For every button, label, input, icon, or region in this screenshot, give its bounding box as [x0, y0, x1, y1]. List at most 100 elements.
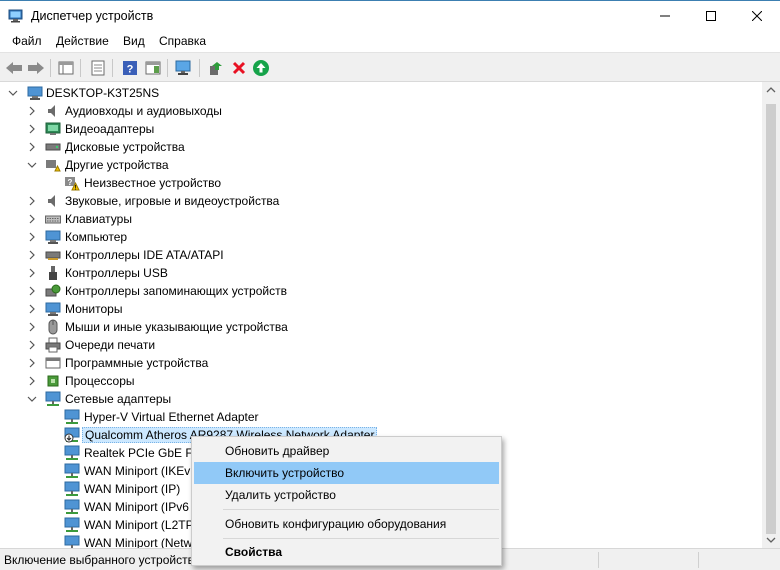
scan-hardware-button[interactable]: [174, 58, 194, 78]
expand-chevron-icon[interactable]: [27, 358, 37, 368]
expand-chevron-icon[interactable]: [27, 322, 37, 332]
tree-item[interactable]: Контроллеры USB: [0, 264, 762, 282]
help-button[interactable]: ?: [120, 58, 140, 78]
menu-item-update-driver[interactable]: Обновить драйвер: [194, 440, 499, 462]
collapse-chevron-icon[interactable]: [8, 88, 18, 98]
menu-item-label: Включить устройство: [225, 466, 344, 480]
tree-item[interactable]: Дисковые устройства: [0, 138, 762, 156]
processor-icon: [47, 375, 59, 387]
show-hide-console-tree-button[interactable]: [56, 58, 76, 78]
disk-drive-icon: [45, 143, 61, 151]
expand-chevron-icon[interactable]: [27, 268, 37, 278]
maximize-icon: [706, 11, 716, 21]
collapse-chevron-icon[interactable]: [27, 394, 37, 404]
tree-item[interactable]: Компьютер: [0, 228, 762, 246]
tree-item-label: WAN Miniport (IP): [84, 482, 181, 496]
tree-item[interactable]: Звуковые, игровые и видеоустройства: [0, 192, 762, 210]
unknown-device-warning-icon: ?!: [65, 177, 80, 192]
tree-item[interactable]: Мониторы: [0, 300, 762, 318]
expand-chevron-icon[interactable]: [27, 232, 37, 242]
tree-item-label: Процессоры: [65, 374, 135, 388]
menu-help[interactable]: Справка: [159, 34, 206, 48]
properties-icon: [91, 60, 105, 76]
expand-chevron-icon[interactable]: [27, 250, 37, 260]
properties-button[interactable]: [88, 58, 108, 78]
menu-item-scan-hardware[interactable]: Обновить конфигурацию оборудования: [194, 513, 499, 535]
expand-chevron-icon[interactable]: [27, 106, 37, 116]
toolbar: ?: [0, 52, 780, 82]
scroll-up-icon[interactable]: [766, 86, 776, 94]
update-driver-button[interactable]: [206, 58, 226, 78]
svg-text:?: ?: [68, 178, 73, 187]
tree-item[interactable]: ?! Неизвестное устройство: [0, 174, 762, 192]
device-manager-icon: [8, 9, 23, 23]
vertical-scrollbar[interactable]: [762, 82, 780, 548]
forward-arrow-icon: [28, 62, 44, 74]
menu-item-enable-device[interactable]: Включить устройство: [194, 462, 499, 484]
expand-chevron-icon[interactable]: [27, 124, 37, 134]
expand-chevron-icon[interactable]: [27, 142, 37, 152]
expand-chevron-icon[interactable]: [27, 376, 37, 386]
tree-item[interactable]: Другие устройства: [0, 156, 762, 174]
menu-view[interactable]: Вид: [123, 34, 145, 48]
action-pane-button[interactable]: [143, 58, 163, 78]
tree-item[interactable]: Контроллеры IDE ATA/ATAPI: [0, 246, 762, 264]
monitor-icon: [45, 302, 61, 316]
tree-item-label: Компьютер: [65, 230, 128, 244]
window-title: Диспетчер устройств: [31, 9, 154, 23]
tree-item[interactable]: Видеоадаптеры: [0, 120, 762, 138]
network-adapter-icon: [64, 463, 80, 478]
scroll-down-icon[interactable]: [766, 536, 776, 544]
close-button[interactable]: [734, 1, 780, 31]
maximize-button[interactable]: [688, 1, 734, 31]
minimize-button[interactable]: [642, 1, 688, 31]
tree-item[interactable]: Программные устройства: [0, 354, 762, 372]
other-devices-icon: [46, 160, 61, 172]
tree-item-label: Сетевые адаптеры: [65, 392, 172, 406]
menu-separator: [223, 509, 499, 510]
expand-chevron-icon[interactable]: [27, 196, 37, 206]
tree-item[interactable]: Очереди печати: [0, 336, 762, 354]
usb-icon: [49, 266, 57, 280]
menu-item-uninstall-device[interactable]: Удалить устройство: [194, 484, 499, 506]
collapse-chevron-icon[interactable]: [27, 160, 37, 170]
tree-item[interactable]: Аудиовходы и аудиовыходы: [0, 102, 762, 120]
menu-file[interactable]: Файл: [12, 34, 42, 48]
expand-chevron-icon[interactable]: [27, 286, 37, 296]
svg-text:!: !: [75, 186, 77, 192]
tree-item[interactable]: Контроллеры запоминающих устройств: [0, 282, 762, 300]
remove-x-icon: [232, 61, 246, 75]
computer-icon: [45, 230, 61, 244]
tree-item[interactable]: Клавиатуры: [0, 210, 762, 228]
action-pane-icon: [145, 61, 161, 75]
tree-item-label: Очереди печати: [65, 338, 156, 352]
keyboard-icon: [45, 215, 61, 224]
menu-action[interactable]: Действие: [56, 34, 109, 48]
menu-item-properties[interactable]: Свойства: [194, 541, 499, 563]
enable-device-button[interactable]: [251, 58, 271, 78]
expand-chevron-icon[interactable]: [27, 304, 37, 314]
ide-controller-icon: [45, 251, 61, 260]
menu-separator: [223, 538, 499, 539]
context-menu: Обновить драйвер Включить устройство Уда…: [191, 436, 502, 566]
software-device-icon: [45, 357, 61, 369]
scrollbar-thumb[interactable]: [766, 104, 776, 534]
tree-item-label: Звуковые, игровые и видеоустройства: [65, 194, 280, 208]
update-driver-icon: [210, 62, 222, 75]
tree-item[interactable]: Процессоры: [0, 372, 762, 390]
scan-hardware-icon: [175, 60, 191, 75]
tree-item-label: Дисковые устройства: [65, 140, 185, 154]
tree-item[interactable]: Мыши и иные указывающие устройства: [0, 318, 762, 336]
tree-root[interactable]: DESKTOP-K3T25NS: [0, 84, 762, 102]
tree-item[interactable]: Сетевые адаптеры: [0, 390, 762, 408]
tree-item[interactable]: Hyper-V Virtual Ethernet Adapter: [0, 408, 762, 426]
menu-item-label: Удалить устройство: [225, 488, 336, 502]
tree-item-label: WAN Miniport (IPv6: [84, 500, 189, 514]
uninstall-device-button[interactable]: [229, 58, 249, 78]
tree-item-label: Контроллеры запоминающих устройств: [65, 284, 287, 298]
menu-item-label: Обновить конфигурацию оборудования: [225, 517, 447, 531]
expand-chevron-icon[interactable]: [27, 214, 37, 224]
forward-button[interactable]: [26, 58, 46, 78]
expand-chevron-icon[interactable]: [27, 340, 37, 350]
back-button[interactable]: [4, 58, 24, 78]
